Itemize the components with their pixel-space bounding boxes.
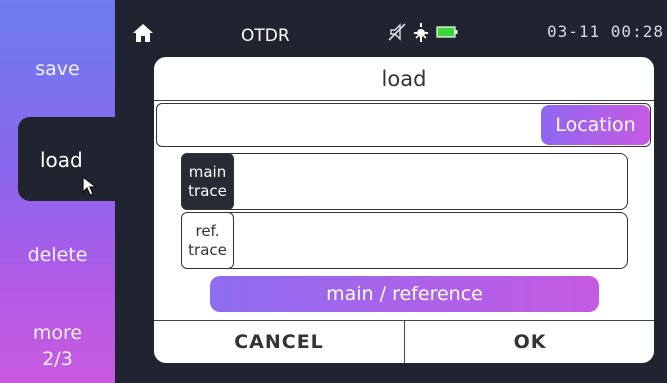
location-button[interactable]: Location xyxy=(541,105,650,145)
main-trace-label-2: trace xyxy=(188,181,227,200)
divider xyxy=(154,100,654,101)
main-trace-field[interactable]: main trace xyxy=(181,153,628,210)
save-button[interactable]: save xyxy=(0,56,115,82)
more-button[interactable]: more 2/3 xyxy=(0,320,115,372)
dialog-title: load xyxy=(381,67,427,91)
load-dialog: load Location main trace ref. trace main… xyxy=(154,57,654,363)
ok-button[interactable]: OK xyxy=(405,321,654,363)
page-indicator: 2/3 xyxy=(42,348,73,370)
ref-trace-label-2: trace xyxy=(188,240,227,259)
cancel-button[interactable]: CANCEL xyxy=(154,321,404,363)
location-field[interactable]: Location xyxy=(156,103,651,147)
ref-trace-tag[interactable]: ref. trace xyxy=(181,212,234,269)
app-title: OTDR xyxy=(241,26,290,46)
status-bar: OTDR 03-11 00:28 xyxy=(115,0,667,58)
clock: 03-11 00:28 xyxy=(547,22,664,41)
main-trace-label-1: main xyxy=(188,162,227,181)
main-trace-tag[interactable]: main trace xyxy=(181,153,234,210)
delete-button[interactable]: delete xyxy=(0,242,115,268)
cursor-icon xyxy=(82,175,98,196)
more-label: more xyxy=(32,322,83,344)
ref-trace-field[interactable]: ref. trace xyxy=(181,212,628,269)
load-button-label: load xyxy=(40,148,83,172)
home-icon[interactable] xyxy=(132,22,154,44)
load-button[interactable]: load xyxy=(18,117,116,201)
main-reference-toggle[interactable]: main / reference xyxy=(210,276,599,312)
sidebar: save load delete more 2/3 xyxy=(0,0,116,383)
ref-trace-label-1: ref. xyxy=(195,221,220,240)
mute-icon xyxy=(388,23,406,41)
sun-icon xyxy=(414,23,428,42)
battery-icon xyxy=(436,26,458,38)
